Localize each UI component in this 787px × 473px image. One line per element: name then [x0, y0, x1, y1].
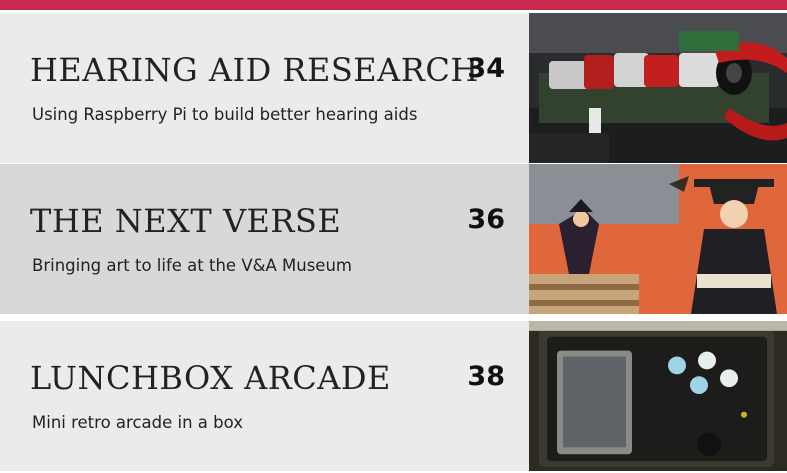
article-hearing-aid-research[interactable]: HEARING AID RESEARCH 34 Using Raspberry …: [0, 13, 787, 163]
page-number: 38: [467, 361, 505, 392]
article-description: Mini retro arcade in a box: [32, 413, 243, 432]
article-the-next-verse[interactable]: THE NEXT VERSE 36 Bringing art to life a…: [0, 164, 787, 314]
article-thumbnail[interactable]: [529, 321, 787, 471]
article-thumbnail[interactable]: [529, 13, 787, 163]
accent-bar: [0, 0, 787, 10]
article-thumbnail[interactable]: [529, 164, 787, 314]
article-description: Bringing art to life at the V&A Museum: [32, 256, 352, 275]
article-title: HEARING AID RESEARCH: [30, 51, 479, 89]
lunchbox-arcade-photo: [529, 321, 787, 471]
article-title: LUNCHBOX ARCADE: [30, 359, 391, 397]
page-number: 36: [467, 204, 505, 235]
article-description: Using Raspberry Pi to build better heari…: [32, 105, 418, 124]
page-number: 34: [467, 53, 505, 84]
article-title: THE NEXT VERSE: [30, 202, 342, 240]
art-illustration-photo: [529, 164, 787, 314]
hearing-aid-hardware-photo: [529, 13, 787, 163]
article-lunchbox-arcade[interactable]: LUNCHBOX ARCADE 38 Mini retro arcade in …: [0, 321, 787, 471]
